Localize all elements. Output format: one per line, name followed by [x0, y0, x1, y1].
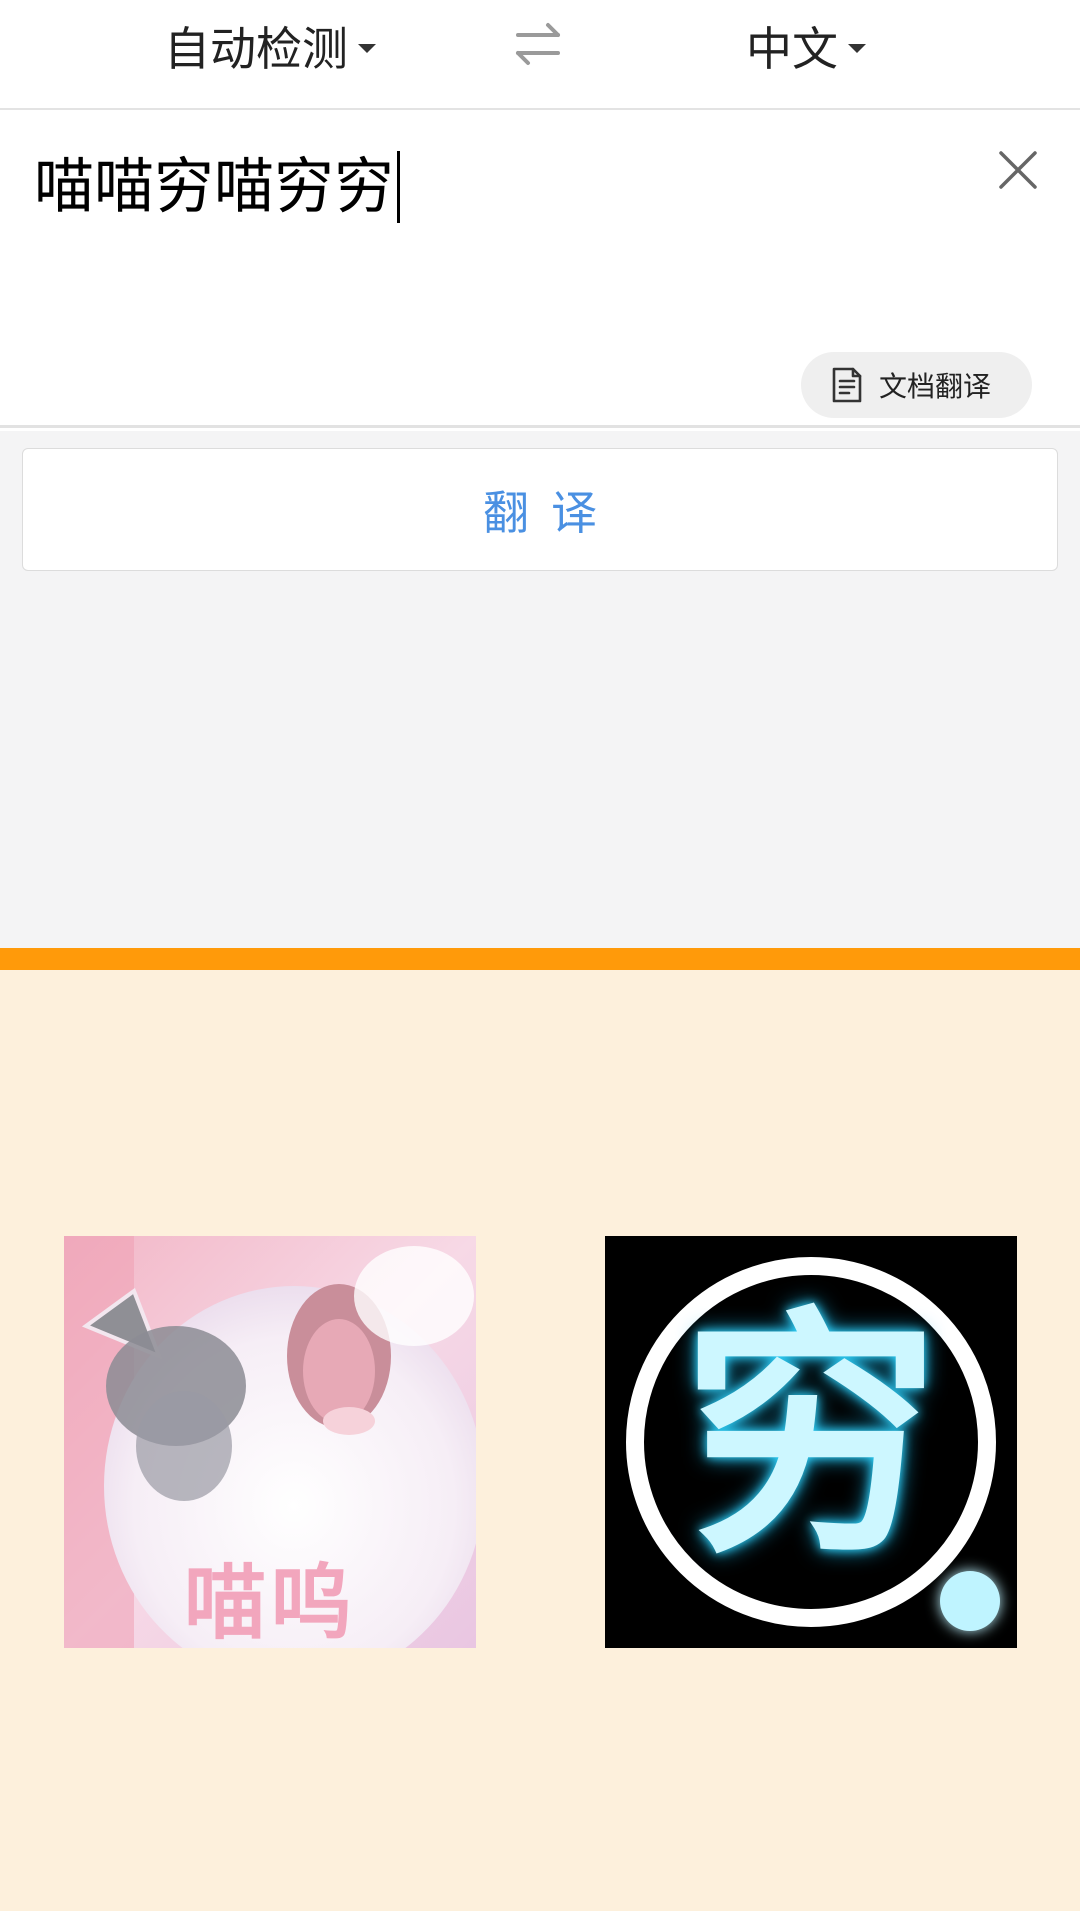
document-icon	[832, 367, 862, 403]
source-text-area[interactable]: 喵喵穷喵穷穷 文档翻译	[0, 112, 1080, 428]
source-language-selector[interactable]: 自动检测	[164, 14, 376, 78]
qiong-glyph: 穷	[682, 1287, 940, 1587]
panel-divider	[0, 948, 1080, 970]
language-bar: 自动检测 中文	[0, 0, 1080, 110]
cat-sticker[interactable]: 喵呜	[64, 1236, 476, 1648]
target-language-label: 中文	[746, 22, 838, 76]
target-language-selector[interactable]: 中文	[746, 14, 866, 78]
translate-button-label: 翻译	[483, 485, 619, 540]
source-language-label: 自动检测	[164, 22, 348, 76]
swap-arrows-icon[interactable]	[512, 18, 564, 70]
source-text-input[interactable]: 喵喵穷喵穷穷	[34, 150, 400, 224]
text-cursor	[397, 151, 400, 224]
sticker-panel: 喵呜 穷	[0, 970, 1080, 1911]
cat-sticker-caption: 喵呜	[183, 1556, 356, 1648]
result-area: 翻译	[0, 431, 1080, 948]
chevron-down-icon	[848, 43, 866, 53]
document-translate-button[interactable]: 文档翻译	[801, 352, 1032, 418]
qiong-sticker[interactable]: 穷	[605, 1236, 1017, 1648]
source-text-value: 喵喵穷喵穷穷	[34, 152, 394, 222]
document-translate-label: 文档翻译	[879, 370, 992, 403]
chevron-down-icon	[358, 43, 376, 53]
close-icon[interactable]	[996, 148, 1040, 192]
translate-button[interactable]: 翻译	[22, 448, 1058, 571]
